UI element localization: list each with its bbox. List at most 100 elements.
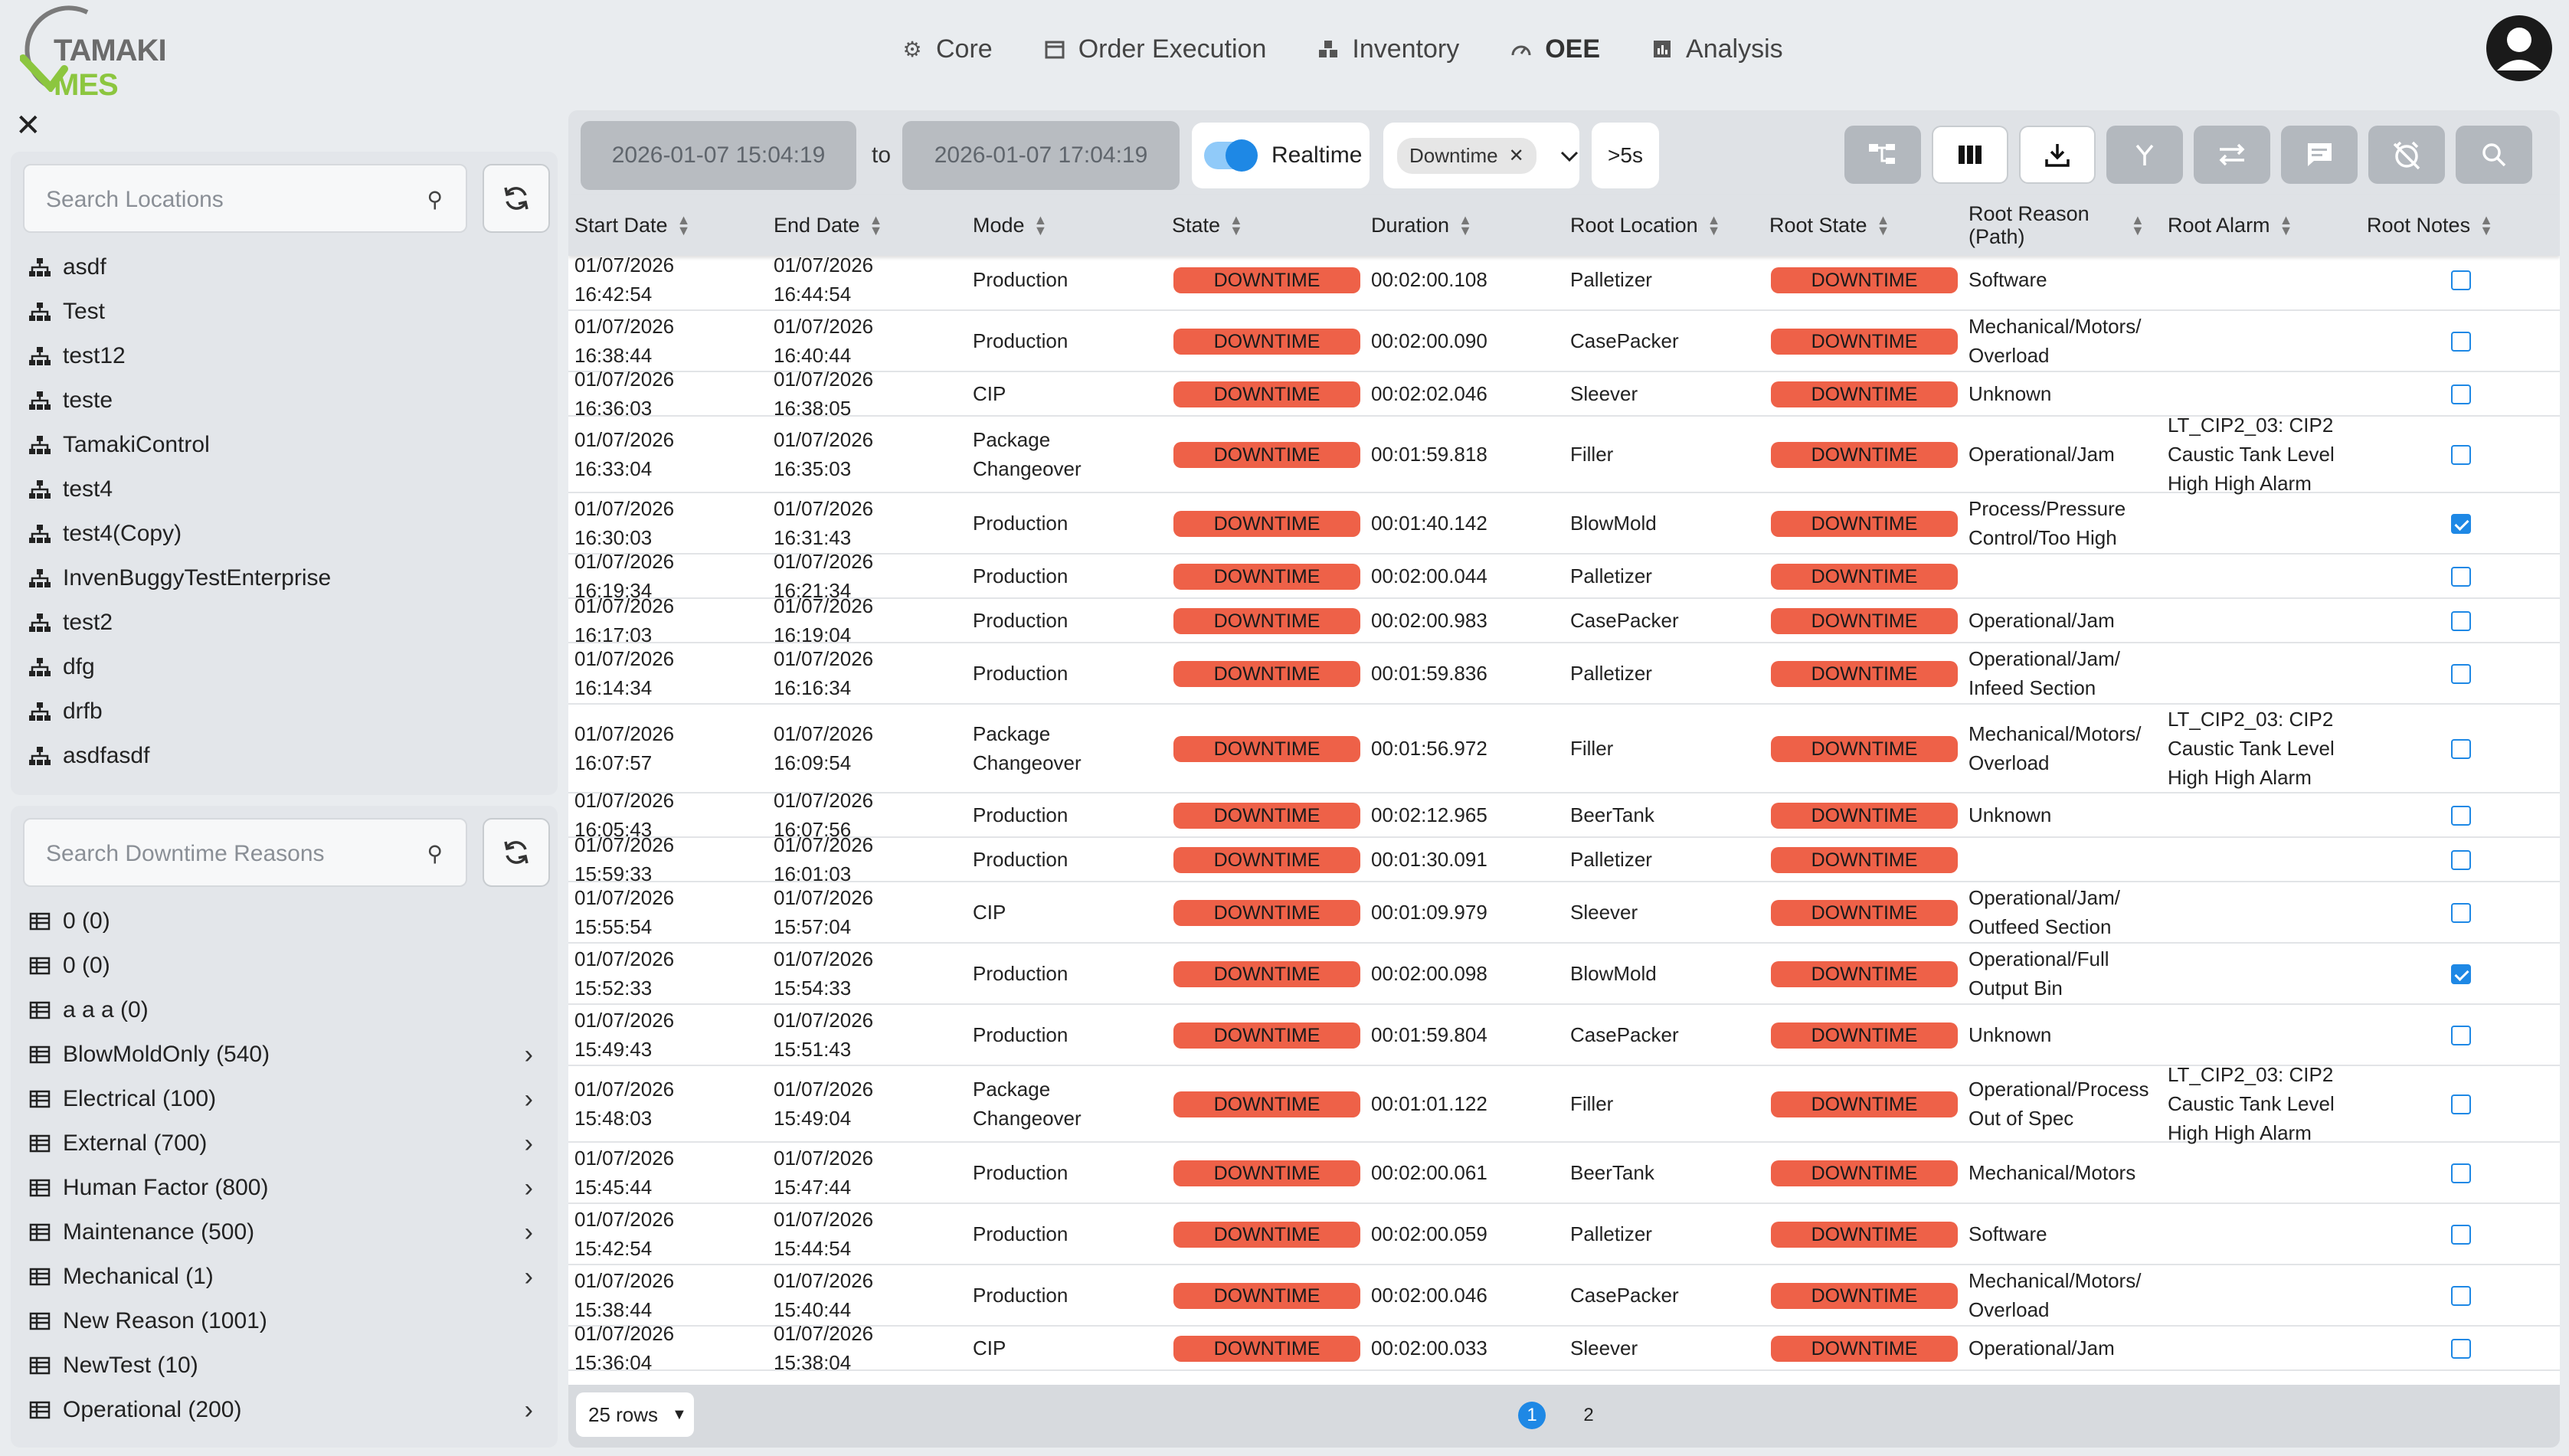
nav-analysis[interactable]: Analysis	[1651, 29, 1783, 69]
location-item[interactable]: teste	[28, 378, 541, 423]
refresh-reasons-button[interactable]	[483, 818, 550, 887]
root-notes-checkbox[interactable]	[2451, 1286, 2471, 1306]
column-header[interactable]: Root Notes ▲ ▼	[2367, 195, 2493, 256]
reason-item[interactable]: Human Factor (800) ›	[28, 1166, 541, 1210]
root-notes-checkbox[interactable]	[2451, 964, 2471, 984]
table-row[interactable]: 01/07/2026 15:36:04 01/07/2026 15:38:04 CI…	[568, 1322, 2560, 1374]
reason-item[interactable]: 0 (0)	[28, 899, 541, 944]
search-locations-input[interactable]: Search Locations ⚲	[23, 164, 467, 233]
search-reasons-input[interactable]: Search Downtime Reasons ⚲	[23, 818, 467, 887]
mode-chip[interactable]: Downtime ✕	[1397, 137, 1536, 174]
user-avatar-icon[interactable]	[2486, 15, 2552, 81]
realtime-toggle[interactable]: Realtime	[1192, 123, 1370, 188]
column-header[interactable]: Start Date ▲ ▼	[574, 195, 690, 256]
location-item[interactable]: drfb	[28, 689, 541, 734]
location-item[interactable]: Test	[28, 290, 541, 334]
merge-button[interactable]	[2106, 126, 2183, 184]
close-sidebar-icon[interactable]: ✕	[15, 110, 41, 141]
root-notes-checkbox[interactable]	[2451, 567, 2471, 587]
root-notes-checkbox[interactable]	[2451, 903, 2471, 923]
root-notes-checkbox[interactable]	[2451, 1225, 2471, 1245]
table-row[interactable]: 01/07/2026 16:33:04 01/07/2026 16:35:03 Pa…	[568, 414, 2560, 495]
chevron-right-icon[interactable]: ›	[525, 1262, 533, 1292]
nav-oee[interactable]: OEE	[1510, 29, 1600, 69]
refresh-locations-button[interactable]	[483, 164, 550, 233]
download-button[interactable]	[2019, 126, 2096, 184]
location-item[interactable]: asdfasdf	[28, 734, 541, 778]
root-notes-checkbox[interactable]	[2451, 332, 2471, 352]
table-row[interactable]: 01/07/2026 16:38:44 01/07/2026 16:40:44 Pr…	[568, 311, 2560, 372]
chevron-down-icon[interactable]	[1559, 142, 1579, 169]
rows-per-page-select[interactable]: 25 rows ▼	[576, 1392, 694, 1437]
page-1-button[interactable]: 1	[1518, 1402, 1546, 1429]
table-row[interactable]: 01/07/2026 16:14:34 01/07/2026 16:16:34 Pr…	[568, 643, 2560, 705]
root-notes-checkbox[interactable]	[2451, 384, 2471, 404]
table-row[interactable]: 01/07/2026 16:07:57 01/07/2026 16:09:54 Pa…	[568, 705, 2560, 793]
mode-select[interactable]: Downtime ✕	[1383, 123, 1579, 188]
comment-button[interactable]	[2281, 126, 2358, 184]
location-item[interactable]: InvenBuggyTestEnterprise	[28, 556, 541, 600]
page-2-button[interactable]: 2	[1575, 1402, 1602, 1429]
chip-remove-icon[interactable]: ✕	[1509, 145, 1524, 167]
tamaki-logo[interactable]: TAMAKI MES	[20, 5, 219, 102]
table-row[interactable]: 01/07/2026 15:38:44 01/07/2026 15:40:44 Pr…	[568, 1265, 2560, 1327]
root-notes-checkbox[interactable]	[2451, 806, 2471, 826]
location-item[interactable]: test4	[28, 467, 541, 512]
root-notes-checkbox[interactable]	[2451, 270, 2471, 290]
column-header[interactable]: Mode ▲ ▼	[973, 195, 1047, 256]
column-header[interactable]: End Date ▲ ▼	[774, 195, 882, 256]
sort-icon[interactable]: ▲ ▼	[1877, 213, 1890, 237]
column-header[interactable]: Root State ▲ ▼	[1769, 195, 1890, 256]
sort-icon[interactable]: ▲ ▼	[1707, 213, 1721, 237]
duration-filter[interactable]: >5s	[1592, 123, 1659, 188]
reason-item[interactable]: BlowMoldOnly (540) ›	[28, 1032, 541, 1077]
root-notes-checkbox[interactable]	[2451, 1026, 2471, 1045]
location-item[interactable]: dfg	[28, 645, 541, 689]
chevron-right-icon[interactable]: ›	[525, 1395, 533, 1425]
reason-item[interactable]: Mechanical (1) ›	[28, 1255, 541, 1299]
table-row[interactable]: 01/07/2026 15:52:33 01/07/2026 15:54:33 Pr…	[568, 944, 2560, 1005]
sort-icon[interactable]: ▲ ▼	[1458, 213, 1472, 237]
table-row[interactable]: 01/07/2026 15:42:54 01/07/2026 15:44:54 Pr…	[568, 1204, 2560, 1265]
realtime-switch[interactable]	[1204, 139, 1258, 172]
nav-inventory[interactable]: Inventory	[1317, 29, 1459, 69]
root-notes-checkbox[interactable]	[2451, 445, 2471, 465]
sort-icon[interactable]: ▲ ▼	[2279, 213, 2293, 237]
sort-icon[interactable]: ▲ ▼	[1034, 213, 1048, 237]
root-notes-checkbox[interactable]	[2451, 664, 2471, 684]
column-header[interactable]: Duration ▲ ▼	[1371, 195, 1472, 256]
sort-icon[interactable]: ▲ ▼	[677, 213, 691, 237]
location-item[interactable]: test2	[28, 600, 541, 645]
search-button[interactable]	[2456, 126, 2532, 184]
chevron-right-icon[interactable]: ›	[525, 1218, 533, 1248]
alarm-off-button[interactable]	[2368, 126, 2445, 184]
root-notes-checkbox[interactable]	[2451, 850, 2471, 870]
reason-item[interactable]: Electrical (100) ›	[28, 1077, 541, 1121]
reason-item[interactable]: External (700) ›	[28, 1121, 541, 1166]
root-notes-checkbox[interactable]	[2451, 1163, 2471, 1183]
nav-order-execution[interactable]: Order Execution	[1043, 29, 1266, 69]
table-row[interactable]: 01/07/2026 16:30:03 01/07/2026 16:31:43 Pr…	[568, 493, 2560, 555]
location-item[interactable]: TamakiControl	[28, 423, 541, 467]
table-row[interactable]: 01/07/2026 15:59:33 01/07/2026 16:01:03 Pr…	[568, 833, 2560, 885]
table-row[interactable]: 01/07/2026 15:49:43 01/07/2026 15:51:43 Pr…	[568, 1005, 2560, 1066]
table-row[interactable]: 01/07/2026 15:48:03 01/07/2026 15:49:04 Pa…	[568, 1063, 2560, 1144]
chevron-right-icon[interactable]: ›	[525, 1173, 533, 1203]
end-date-input[interactable]: 2026-01-07 17:04:19	[902, 121, 1180, 190]
location-item[interactable]: asdf	[28, 245, 541, 290]
reason-item[interactable]: New Reason (1001)	[28, 1299, 541, 1343]
reason-item[interactable]: NewTest (10)	[28, 1343, 541, 1388]
start-date-input[interactable]: 2026-01-07 15:04:19	[581, 121, 856, 190]
chevron-right-icon[interactable]: ›	[525, 1085, 533, 1114]
reason-item[interactable]: a a a (0)	[28, 988, 541, 1032]
column-header[interactable]: Root Reason (Path) ▲ ▼	[1968, 195, 2145, 256]
chevron-right-icon[interactable]: ›	[525, 1040, 533, 1070]
table-row[interactable]: 01/07/2026 15:45:44 01/07/2026 15:47:44 Pr…	[568, 1143, 2560, 1204]
hierarchy-button[interactable]	[1844, 126, 1921, 184]
chevron-right-icon[interactable]: ›	[525, 1129, 533, 1159]
location-item[interactable]: test12	[28, 334, 541, 378]
root-notes-checkbox[interactable]	[2451, 611, 2471, 631]
sort-icon[interactable]: ▲ ▼	[1229, 213, 1243, 237]
column-header[interactable]: Root Alarm ▲ ▼	[2168, 195, 2292, 256]
root-notes-checkbox[interactable]	[2451, 514, 2471, 534]
